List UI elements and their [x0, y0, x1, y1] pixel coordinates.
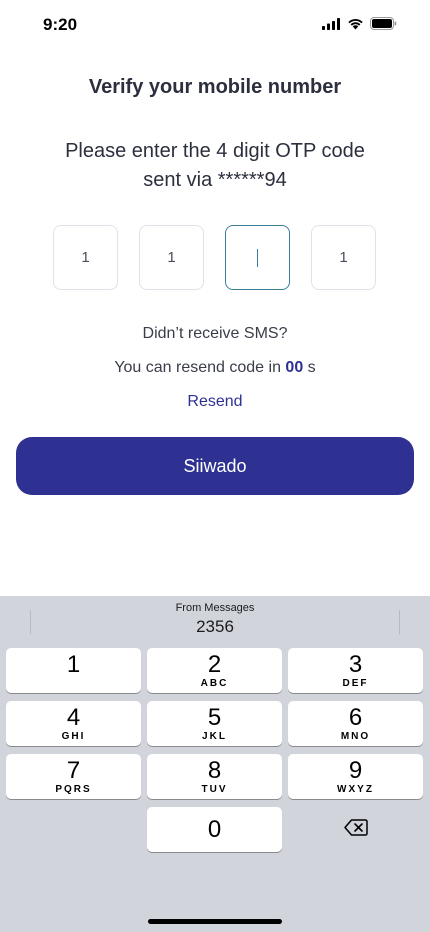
delete-key[interactable] [288, 807, 423, 852]
key-8[interactable]: 8 TUV [147, 754, 282, 799]
key-3[interactable]: 3 DEF [288, 648, 423, 693]
otp-digit-2[interactable]: 1 [139, 225, 204, 290]
instructions-line-1: Please enter the 4 digit OTP code [65, 140, 365, 162]
key-4-digit: 4 [66, 704, 81, 731]
instructions-text: Please enter the 4 digit OTP code sent v… [40, 137, 390, 195]
battery-icon [370, 17, 397, 35]
key-9-letters: WXYZ [337, 784, 374, 795]
resend-timer: You can resend code in 00 s [0, 359, 430, 377]
otp-digit-3[interactable] [225, 225, 290, 290]
key-8-letters: TUV [201, 784, 228, 795]
status-icons [322, 17, 397, 35]
otp-digit-1[interactable]: 1 [53, 225, 118, 290]
key-0-digit: 0 [207, 816, 222, 843]
key-4[interactable]: 4 GHI [6, 701, 141, 746]
key-5-letters: JKL [202, 731, 227, 742]
resend-link[interactable]: Resend [0, 393, 430, 411]
key-1-digit: 1 [66, 651, 81, 678]
key-8-digit: 8 [207, 757, 222, 784]
key-6[interactable]: 6 MNO [288, 701, 423, 746]
page-title: Verify your mobile number [88, 76, 342, 98]
key-5-digit: 5 [207, 704, 222, 731]
no-sms-prompt: Didn’t receive SMS? [142, 325, 288, 342]
key-6-letters: MNO [340, 731, 371, 742]
key-7[interactable]: 7 PQRS [6, 754, 141, 799]
signal-icon [322, 17, 341, 35]
backspace-icon [343, 818, 368, 841]
key-7-digit: 7 [66, 757, 81, 784]
key-3-digit: 3 [348, 651, 363, 678]
key-1[interactable]: 1 [6, 648, 141, 693]
key-6-digit: 6 [348, 704, 363, 731]
key-2-letters: ABC [200, 678, 229, 689]
key-2-digit: 2 [207, 651, 222, 678]
key-7-letters: PQRS [55, 784, 92, 795]
suggestion-caption: From Messages [175, 602, 255, 614]
key-4-letters: GHI [61, 731, 86, 742]
wifi-icon [347, 17, 364, 35]
key-0[interactable]: 0 [147, 807, 282, 852]
numeric-keyboard: From Messages 2356 1 2 ABC 3 DEF 4 GHI 5… [0, 596, 430, 932]
text-caret [256, 248, 259, 267]
otp-verification-screen: 9:20 Verify your mobile number Please en… [0, 0, 430, 932]
status-time: 9:20 [43, 15, 78, 34]
key-3-letters: DEF [342, 678, 369, 689]
resend-timer-prefix: You can resend code in [114, 359, 281, 376]
otp-digit-4[interactable]: 1 [311, 225, 376, 290]
key-9[interactable]: 9 WXYZ [288, 754, 423, 799]
otp-autofill-suggestion[interactable]: From Messages 2356 [0, 596, 430, 640]
key-9-digit: 9 [348, 757, 363, 784]
key-2[interactable]: 2 ABC [147, 648, 282, 693]
key-5[interactable]: 5 JKL [147, 701, 282, 746]
resend-timer-value: 00 [285, 359, 304, 376]
resend-timer-suffix: s [307, 359, 316, 376]
submit-button[interactable]: Siiwado [16, 437, 414, 495]
suggestion-code: 2356 [196, 617, 234, 636]
otp-input-group: 1 1 1 [53, 225, 378, 292]
instructions-line-2: sent via ******94 [143, 169, 287, 191]
status-bar: 9:20 [0, 0, 430, 50]
home-indicator[interactable] [148, 919, 282, 924]
